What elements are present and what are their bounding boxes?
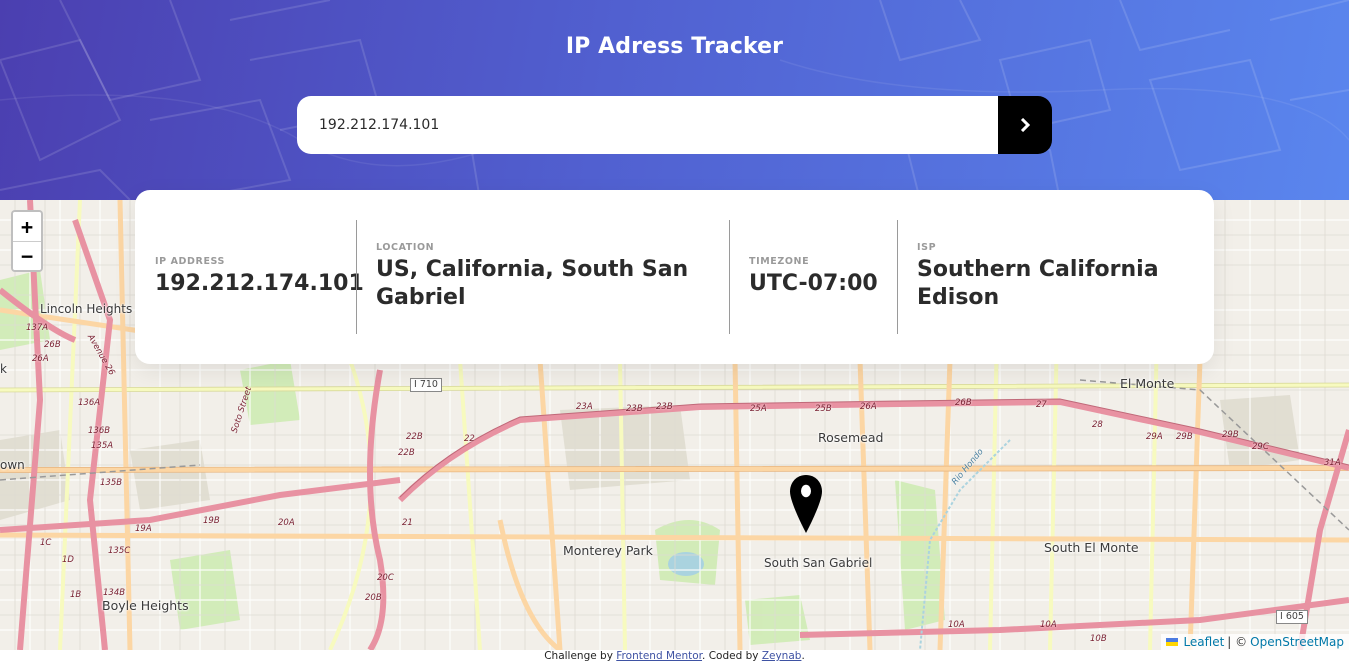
map-exit-label: 29A <box>1146 432 1163 442</box>
map-exit-label: 135A <box>91 441 114 451</box>
isp-section: ISP Southern California Edison <box>897 220 1214 334</box>
map-exit-label: 29B <box>1222 430 1239 440</box>
timezone-label: TIMEZONE <box>749 256 810 267</box>
isp-label: ISP <box>917 242 937 253</box>
map-attribution: Leaflet | © OpenStreetMap <box>1161 634 1349 650</box>
openstreetmap-link[interactable]: OpenStreetMap <box>1250 634 1344 650</box>
ip-address-label: IP ADDRESS <box>155 256 225 267</box>
map-exit-label: 26A <box>860 402 877 412</box>
map-exit-label: 26B <box>44 340 61 350</box>
location-value: US, California, South San Gabriel <box>376 257 689 310</box>
map-exit-label: 20C <box>377 573 394 583</box>
timezone-value: UTC-07:00 <box>749 271 878 296</box>
footer-prefix: Challenge by <box>544 650 613 662</box>
map-label-monterey-park: Monterey Park <box>563 543 653 558</box>
map-exit-label: 25A <box>750 404 767 414</box>
map-label-boyle-heights: Boyle Heights <box>102 598 189 613</box>
map-exit-label: 23A <box>576 402 593 412</box>
timezone-section: TIMEZONE UTC-07:00 <box>729 220 897 334</box>
author-link[interactable]: Zeynab <box>762 650 802 662</box>
map-shield-i605: I 605 <box>1276 610 1308 624</box>
page-title: IP Adress Tracker <box>565 34 784 59</box>
map-label-el-monte: El Monte <box>1120 376 1175 391</box>
map-label-south-san-gabriel: South San Gabriel <box>764 556 873 570</box>
chevron-right-icon <box>1020 118 1030 132</box>
map-exit-label: 21 <box>402 518 413 528</box>
map-exit-label: 29C <box>1252 442 1269 452</box>
map-exit-label: 28 <box>1092 420 1103 430</box>
zoom-in-button[interactable]: + <box>13 212 41 241</box>
map-exit-label: 135B <box>100 478 123 488</box>
map-label-k: k <box>0 362 7 376</box>
location-pin-icon[interactable] <box>789 474 823 534</box>
location-section: LOCATION US, California, South San Gabri… <box>356 220 729 334</box>
map-exit-label: 25B <box>815 404 832 414</box>
map-exit-label: 22 <box>464 434 475 444</box>
map-exit-label: 136A <box>78 398 101 408</box>
map-exit-label: 1C <box>40 538 52 548</box>
map-exit-label: 1D <box>62 555 74 565</box>
map-exit-label: 134B <box>103 588 126 598</box>
map-exit-label: 20B <box>365 593 382 603</box>
ip-address-value: 192.212.174.101 <box>155 271 364 296</box>
map-exit-label: 1B <box>70 590 82 600</box>
attribution-separator: | © <box>1227 635 1248 649</box>
footer-middle: . Coded by <box>702 650 759 662</box>
map-zoom-control: + − <box>11 210 43 272</box>
map-shield-i710: I 710 <box>410 378 442 392</box>
map-exit-label: 22B <box>398 448 415 458</box>
zoom-out-button[interactable]: − <box>13 241 41 270</box>
map-exit-label: 137A <box>26 323 49 333</box>
map-exit-label: 135C <box>108 546 131 556</box>
map-exit-label: 31A <box>1324 458 1341 468</box>
map-exit-label: 19A <box>135 524 152 534</box>
frontend-mentor-link[interactable]: Frontend Mentor <box>616 650 702 662</box>
map-label-rosemead: Rosemead <box>818 430 884 445</box>
search-form <box>297 96 1052 154</box>
map-label-own: own <box>0 458 25 472</box>
map-exit-label: 19B <box>203 516 220 526</box>
map-exit-label: 22B <box>406 432 423 442</box>
map-exit-label: 27 <box>1036 400 1047 410</box>
map-label-south-el-monte: South El Monte <box>1044 540 1139 555</box>
attribution-footer: Challenge by Frontend Mentor. Coded by Z… <box>0 650 1349 663</box>
leaflet-link[interactable]: Leaflet <box>1183 634 1224 650</box>
isp-value: Southern California Edison <box>917 257 1159 310</box>
map-exit-label: 10A <box>1040 620 1057 630</box>
map-exit-label: 136B <box>88 426 111 436</box>
ip-address-section: IP ADDRESS 192.212.174.101 <box>135 220 364 334</box>
ip-search-input[interactable] <box>297 96 998 154</box>
map-exit-label: 26A <box>32 354 49 364</box>
footer-suffix: . <box>801 650 805 662</box>
map-exit-label: 23B <box>656 402 673 412</box>
header-banner: IP Adress Tracker <box>0 0 1349 200</box>
location-label: LOCATION <box>376 242 435 253</box>
map-exit-label: 20A <box>278 518 295 528</box>
map-exit-label: 23B <box>626 404 643 414</box>
map-exit-label: 29B <box>1176 432 1193 442</box>
map-exit-label: 10B <box>1090 634 1107 644</box>
map-exit-label: 26B <box>955 398 972 408</box>
ip-info-card: IP ADDRESS 192.212.174.101 LOCATION US, … <box>135 190 1214 364</box>
map-exit-label: 10A <box>948 620 965 630</box>
search-submit-button[interactable] <box>998 96 1052 154</box>
ukraine-flag-icon <box>1166 638 1179 646</box>
map-label-lincoln-heights: Lincoln Heights <box>40 302 133 316</box>
